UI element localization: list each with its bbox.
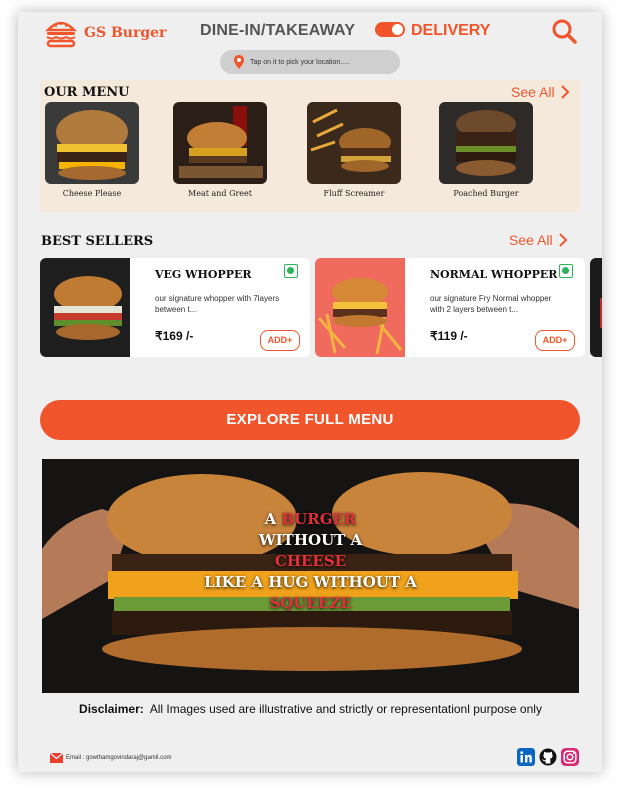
banner-slogan: A BURGER WITHOUT A CHEESE LIKE A HUG WIT…	[42, 509, 579, 614]
promo-banner: A BURGER WITHOUT A CHEESE LIKE A HUG WIT…	[42, 459, 579, 693]
location-hint: Tap on it to pick your location.....	[250, 58, 350, 66]
our-menu-see-all[interactable]: See All	[511, 84, 569, 100]
card-title: NORMAL WHOPPER	[430, 268, 558, 281]
dine-in-takeaway-label[interactable]: DINE-IN/TAKEAWAY	[200, 22, 355, 40]
search-icon[interactable]	[551, 18, 577, 44]
add-button[interactable]: ADD+	[535, 330, 575, 351]
location-pin-icon	[234, 55, 244, 69]
best-seller-card-normal-whopper[interactable]: NORMAL WHOPPER our signature Fry Normal …	[315, 258, 585, 357]
burger-logo-icon	[45, 21, 77, 48]
burger-photo	[307, 102, 401, 184]
chevron-right-icon	[558, 233, 567, 247]
slogan-highlight: SQUEEZE	[269, 594, 352, 612]
slogan-line: WITHOUT A	[258, 531, 363, 549]
disclaimer: Disclaimer: All Images used are illustra…	[42, 701, 579, 718]
menu-item-name: Cheese Please	[62, 189, 122, 198]
toggle-knob	[392, 24, 403, 35]
slogan-word: A	[264, 510, 277, 528]
app-screen: GS Burger DINE-IN/TAKEAWAY DELIVERY Tap …	[18, 12, 602, 772]
our-menu-title: OUR MENU	[44, 85, 130, 100]
add-button[interactable]: ADD+	[260, 330, 300, 351]
card-description: our signature Fry Normal whopper with 2 …	[430, 294, 552, 314]
menu-item-name: Poached Burger	[453, 189, 519, 198]
best-sellers-title: BEST SELLERS	[41, 234, 154, 249]
card-price: ₹119 /-	[430, 329, 468, 343]
menu-item-cheese-please[interactable]: Cheese Please	[44, 102, 140, 198]
menu-item-name: Meat and Greet	[188, 189, 252, 198]
chevron-right-icon	[560, 85, 569, 99]
card-title: VEG WHOPPER	[155, 268, 252, 281]
see-all-label: See All	[509, 232, 553, 248]
explore-full-menu-button[interactable]: EXPLORE FULL MENU	[40, 400, 580, 440]
burger-photo	[40, 258, 130, 357]
burger-photo	[315, 258, 405, 357]
mail-icon	[50, 753, 63, 763]
our-menu-section: OUR MENU See All Cheese Please Meat and …	[40, 80, 580, 212]
burger-photo	[590, 258, 602, 357]
veg-indicator-icon	[284, 264, 298, 278]
slogan-highlight: CHEESE	[274, 552, 347, 570]
brand-name: GS Burger	[84, 25, 167, 41]
menu-item-meat-and-greet[interactable]: Meat and Greet	[172, 102, 268, 198]
menu-item-poached-burger[interactable]: Poached Burger	[438, 102, 534, 198]
slogan-highlight: BURGER	[281, 510, 357, 528]
veg-indicator-icon	[559, 264, 573, 278]
best-sellers-see-all[interactable]: See All	[509, 232, 567, 248]
disclaimer-text: All Images used are illustrative and str…	[149, 702, 542, 716]
best-seller-card-veg-whopper[interactable]: VEG WHOPPER our signature whopper with 7…	[40, 258, 310, 357]
burger-photo	[173, 102, 267, 184]
see-all-label: See All	[511, 84, 555, 100]
delivery-toggle[interactable]	[375, 22, 405, 37]
menu-item-name: Fluff Screamer	[323, 189, 385, 198]
slogan-line: LIKE A HUG WITHOUT A	[204, 573, 417, 591]
brand-logo[interactable]: GS Burger	[44, 18, 166, 48]
burger-photo	[439, 102, 533, 184]
burger-photo	[45, 102, 139, 184]
github-icon[interactable]	[539, 748, 557, 766]
card-description: our signature whopper with 7layers betwe…	[155, 294, 280, 314]
linkedin-icon[interactable]	[517, 748, 535, 766]
location-picker[interactable]: Tap on it to pick your location.....	[220, 50, 400, 74]
email-text: Email : gowthamgovindaraj@gamil.com	[66, 755, 172, 761]
footer-email[interactable]: Email : gowthamgovindaraj@gamil.com	[50, 753, 171, 763]
best-seller-card-next[interactable]	[590, 258, 602, 357]
delivery-label[interactable]: DELIVERY	[411, 22, 490, 40]
instagram-icon[interactable]	[561, 748, 579, 766]
disclaimer-label: Disclaimer:	[79, 702, 144, 716]
card-price: ₹169 /-	[155, 329, 194, 343]
menu-item-fluff-screamer[interactable]: Fluff Screamer	[306, 102, 402, 198]
